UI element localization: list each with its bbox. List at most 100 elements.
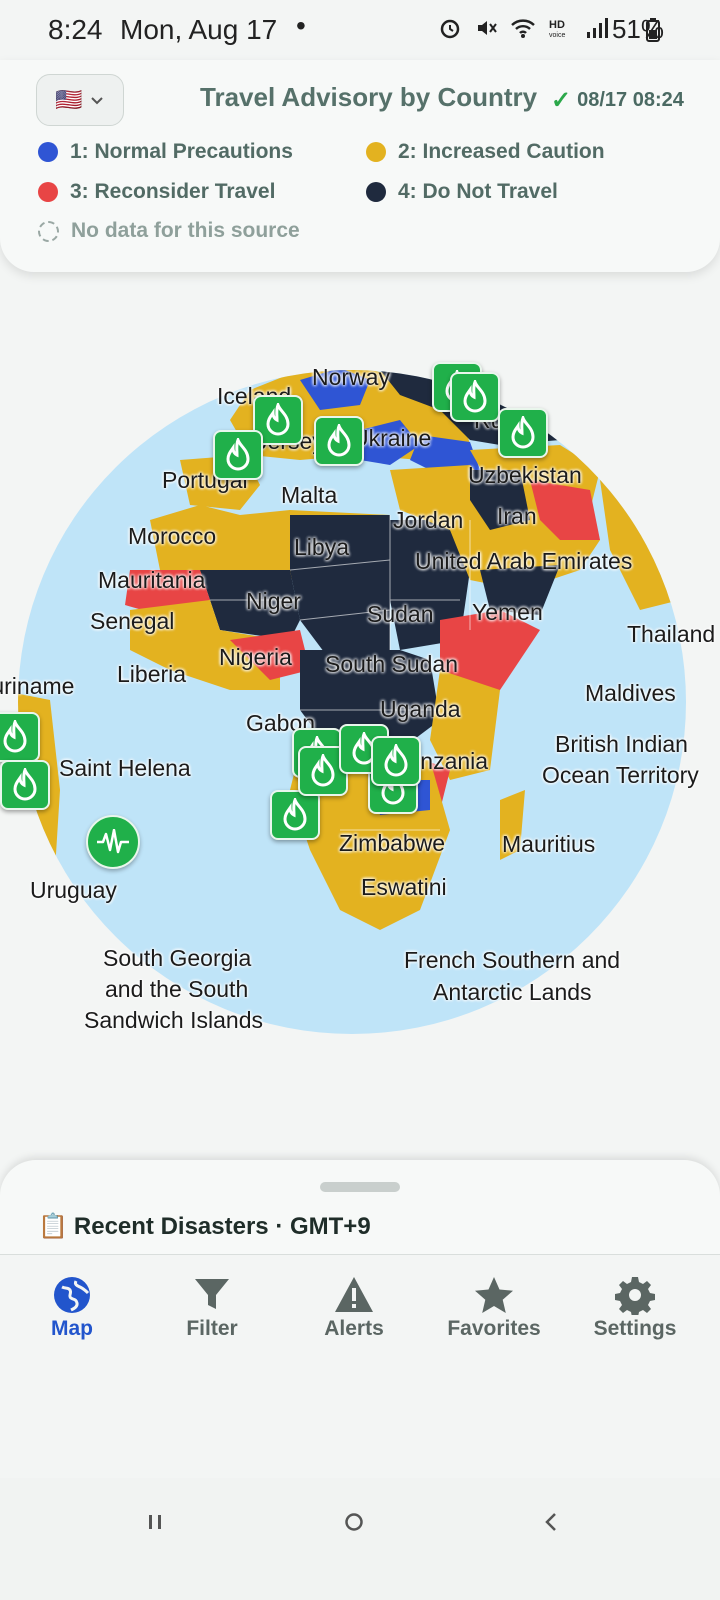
label-morocco[interactable]: Morocco bbox=[128, 523, 216, 550]
legend-label: 1: Normal Precautions bbox=[70, 140, 293, 163]
label-saint-helena[interactable]: Saint Helena bbox=[59, 755, 191, 782]
globe-icon bbox=[54, 1277, 90, 1313]
legend-label: 4: Do Not Travel bbox=[398, 180, 558, 203]
flame-icon bbox=[3, 720, 27, 753]
earthquake-marker[interactable] bbox=[86, 815, 140, 869]
label-mauritania[interactable]: Mauritania bbox=[98, 567, 205, 594]
legend-dot-dashed bbox=[38, 220, 59, 242]
label-south-georgia-line3[interactable]: Sandwich Islands bbox=[84, 1007, 263, 1034]
status-icons: HD voice bbox=[438, 16, 608, 40]
wildfire-marker[interactable] bbox=[498, 408, 548, 458]
last-updated-time: 08/17 08:24 bbox=[577, 89, 684, 111]
filter-icon bbox=[195, 1279, 229, 1309]
gear-icon bbox=[615, 1277, 655, 1315]
label-uzbekistan[interactable]: Uzbekistan bbox=[468, 462, 582, 489]
sheet-title-text: Recent Disasters · GMT+9 bbox=[73, 1212, 371, 1240]
legend-label: 3: Reconsider Travel bbox=[70, 180, 276, 203]
label-senegal[interactable]: Senegal bbox=[90, 608, 174, 635]
wildfire-marker[interactable] bbox=[371, 736, 421, 786]
label-yemen[interactable]: Yemen bbox=[472, 599, 543, 626]
label-sudan[interactable]: Sudan bbox=[367, 601, 434, 628]
flame-icon bbox=[463, 380, 487, 413]
wildfire-marker[interactable] bbox=[0, 712, 40, 762]
star-icon bbox=[475, 1277, 513, 1313]
flame-icon bbox=[311, 754, 335, 787]
mute-icon bbox=[478, 21, 497, 35]
wildfire-marker[interactable] bbox=[270, 790, 320, 840]
us-flag-icon: 🇺🇸 bbox=[55, 87, 83, 112]
label-maldives[interactable]: Maldives bbox=[585, 680, 676, 707]
label-eswatini[interactable]: Eswatini bbox=[361, 874, 447, 901]
check-icon: ✓ bbox=[551, 87, 572, 114]
globe-map[interactable]: Iceland Norway Jersey Ukraine Russia Por… bbox=[0, 270, 720, 1150]
label-uae[interactable]: United Arab Emirates bbox=[415, 548, 632, 575]
label-south-sudan[interactable]: South Sudan bbox=[325, 651, 458, 678]
label-biot-line2[interactable]: Ocean Territory bbox=[542, 762, 699, 789]
signal-icon bbox=[587, 18, 608, 38]
svg-text:voice: voice bbox=[549, 32, 565, 39]
wildfire-marker[interactable] bbox=[314, 416, 364, 466]
status-date: Mon, Aug 17 bbox=[120, 14, 278, 45]
label-suriname[interactable]: Suriname bbox=[0, 673, 74, 700]
home-icon[interactable] bbox=[343, 1511, 365, 1533]
label-libya[interactable]: Libya bbox=[294, 534, 349, 561]
label-uruguay[interactable]: Uruguay bbox=[30, 877, 117, 904]
flame-icon bbox=[384, 744, 408, 777]
sheet-drag-handle[interactable] bbox=[320, 1182, 400, 1192]
wifi-icon bbox=[511, 19, 535, 38]
seismic-wave-icon bbox=[97, 829, 129, 854]
label-uganda[interactable]: Uganda bbox=[380, 696, 461, 723]
nav-alerts[interactable]: Alerts bbox=[294, 1273, 414, 1341]
legend-level-3: 3: Reconsider Travel bbox=[38, 180, 275, 204]
alarm-icon bbox=[440, 19, 460, 39]
flame-icon bbox=[13, 768, 37, 801]
label-fsal-line2[interactable]: Antarctic Lands bbox=[433, 979, 592, 1006]
label-malta[interactable]: Malta bbox=[281, 482, 337, 509]
back-icon[interactable] bbox=[541, 1511, 561, 1533]
wildfire-marker[interactable] bbox=[213, 430, 263, 480]
nav-map[interactable]: Map bbox=[12, 1273, 132, 1341]
label-biot-line1[interactable]: British Indian bbox=[555, 731, 688, 758]
recent-apps-icon[interactable] bbox=[146, 1512, 166, 1532]
label-niger[interactable]: Niger bbox=[246, 588, 301, 615]
label-iran[interactable]: Iran bbox=[497, 503, 537, 530]
label-liberia[interactable]: Liberia bbox=[117, 661, 186, 688]
label-thailand[interactable]: Thailand bbox=[627, 621, 715, 648]
status-notification-dot: • bbox=[296, 10, 306, 41]
clipboard-icon: 📋 bbox=[38, 1213, 68, 1240]
nav-favorites-label: Favorites bbox=[447, 1317, 541, 1340]
flame-icon bbox=[266, 403, 290, 436]
legend-no-data: No data for this source bbox=[38, 219, 300, 243]
bottom-navigation: Map Filter Alerts Favorites Settings bbox=[0, 1254, 720, 1475]
sheet-title: 📋 Recent Disasters · GMT+9 bbox=[38, 1212, 371, 1241]
legend-dot-red bbox=[38, 182, 58, 202]
label-south-georgia-line2[interactable]: and the South bbox=[105, 976, 248, 1003]
flame-icon bbox=[283, 798, 307, 831]
flame-icon bbox=[327, 424, 351, 457]
source-country-selector[interactable]: 🇺🇸 bbox=[36, 74, 124, 126]
label-norway[interactable]: Norway bbox=[312, 364, 390, 391]
system-navigation-bar bbox=[0, 1478, 720, 1600]
label-zimbabwe[interactable]: Zimbabwe bbox=[339, 830, 445, 857]
nav-filter[interactable]: Filter bbox=[152, 1273, 272, 1341]
nav-settings[interactable]: Settings bbox=[575, 1273, 695, 1341]
recent-disasters-sheet[interactable]: 📋 Recent Disasters · GMT+9 bbox=[0, 1160, 720, 1260]
legend-dot-yellow bbox=[366, 142, 386, 162]
warning-icon bbox=[335, 1277, 373, 1312]
status-time: 8:24 bbox=[48, 14, 103, 45]
wildfire-marker[interactable] bbox=[450, 372, 500, 422]
label-fsal-line1[interactable]: French Southern and bbox=[404, 947, 620, 974]
label-mauritius[interactable]: Mauritius bbox=[502, 831, 595, 858]
label-south-georgia-line1[interactable]: South Georgia bbox=[103, 945, 251, 972]
nav-alerts-label: Alerts bbox=[324, 1317, 384, 1340]
legend-dot-blue bbox=[38, 142, 58, 162]
status-bar: 8:24 Mon, Aug 17 • HD voice 51% bbox=[0, 0, 720, 60]
wildfire-marker[interactable] bbox=[0, 760, 50, 810]
nav-settings-label: Settings bbox=[593, 1317, 677, 1340]
label-nigeria[interactable]: Nigeria bbox=[219, 644, 292, 671]
label-jordan[interactable]: Jordan bbox=[393, 507, 463, 534]
nav-favorites[interactable]: Favorites bbox=[434, 1273, 554, 1341]
flame-icon bbox=[511, 416, 535, 449]
advisory-header-card: 🇺🇸 Travel Advisory by Country ✓ 08/17 08… bbox=[0, 60, 720, 272]
legend-label: 2: Increased Caution bbox=[398, 140, 605, 163]
